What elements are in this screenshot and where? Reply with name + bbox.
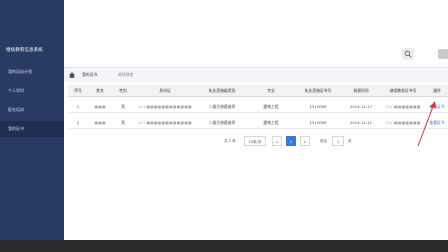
home-icon[interactable] [68,71,76,79]
row-index: 2 [76,120,80,125]
tab-continuing-education[interactable]: 继续教育 [114,71,137,79]
prev-page-button[interactable]: < [272,136,282,146]
row-gender: 男 [121,120,125,125]
row-issue-time: 2014-11-17 [349,104,373,109]
sidebar: 继续教育信息系统 我的培训计划 个人学时 报名培训 我的证书 [0,0,64,240]
sidebar-item-personal-hours[interactable]: 个人学时 [0,83,64,99]
row-major: 建筑工程 [263,120,279,125]
page-size-select[interactable]: 10条/页 [244,136,266,146]
breadcrumb: 我的证书 继续教育 [64,68,448,82]
table-header: 序号 姓名 性别 身份证 执业资格级类别 专业 执业资格证书号 授权时间 继续教… [68,85,448,97]
sidebar-item-label: 个人学时 [8,88,24,93]
row-name: ■■■ [94,104,106,109]
sidebar-item-my-certificates[interactable]: 我的证书 [0,121,64,137]
row-category: 二级注册建造师 [208,104,236,109]
search-button[interactable] [402,48,414,60]
row-id-number: 421■■■■■■■■■■■■ [138,120,192,125]
row-ce-cert-number: H20■■■■■■■ [385,104,421,109]
column-header: 性别 [119,88,127,93]
column-header: 姓名 [96,88,104,93]
sidebar-item-enroll-training[interactable]: 报名培训 [0,102,64,118]
sidebar-item-label: 我的培训计划 [8,69,32,74]
top-bar [64,38,448,68]
goto-label: 前往 [320,139,328,143]
tab-my-certificates[interactable]: 我的证书 [78,71,101,79]
avatar[interactable] [438,49,448,59]
row-gender: 男 [121,104,125,109]
row-name: ■■■ [94,120,106,125]
page-1-button[interactable]: 1 [286,136,296,146]
column-header: 身份证 [159,88,171,93]
row-cert-number: 1313009 [309,120,327,125]
row-category: 二级注册建造师 [208,120,236,125]
table-row: 1 ■■■ 男 420■■■■■■■■■■■■ 二级注册建造师 建筑工程 131… [68,101,448,113]
view-certificate-link[interactable]: 查看证书 [426,117,448,129]
row-ce-cert-number: H20■■■■■■■ [385,120,421,125]
column-header: 专业 [267,88,275,93]
certificate-table: 序号 姓名 性别 身份证 执业资格级类别 专业 执业资格证书号 授权时间 继续教… [68,85,448,129]
column-header: 执业资格证书号 [304,88,332,93]
sidebar-item-training-plan[interactable]: 我的培训计划 [0,64,64,80]
column-header: 授权时间 [353,88,369,93]
table-row: 2 ■■■ 男 421■■■■■■■■■■■■ 二级注册建造师 建筑工程 131… [68,117,448,129]
row-id-number: 420■■■■■■■■■■■■ [138,104,192,109]
column-header: 序号 [74,88,82,93]
column-header: 执业资格级类别 [208,88,236,93]
row-major: 建筑工程 [263,104,279,109]
pagination-total: 共 2 条 [224,139,236,143]
app-title: 继续教育信息系统 [6,48,43,53]
browser-window: 继续教育信息系统 我的培训计划 个人学时 报名培训 我的证书 我的证书 继续教育… [0,0,448,240]
sidebar-item-label: 报名培训 [8,107,24,112]
row-cert-number: 1313009 [309,104,327,109]
page-suffix: 页 [348,139,352,143]
view-certificate-link[interactable]: 查看证书 [426,101,448,113]
goto-page-input[interactable]: 1 [332,136,344,146]
row-issue-time: 2014-11-11 [349,120,373,125]
column-header: 继续教育证书号 [389,88,417,93]
search-icon [404,50,412,58]
main-content: 我的证书 继续教育 序号 姓名 性别 身份证 执业资格级类别 专业 执业资格证书… [64,0,448,240]
next-page-button[interactable]: > [300,136,310,146]
row-index: 1 [76,104,80,109]
column-header: 操作 [433,88,441,93]
sidebar-item-label: 我的证书 [8,126,24,131]
